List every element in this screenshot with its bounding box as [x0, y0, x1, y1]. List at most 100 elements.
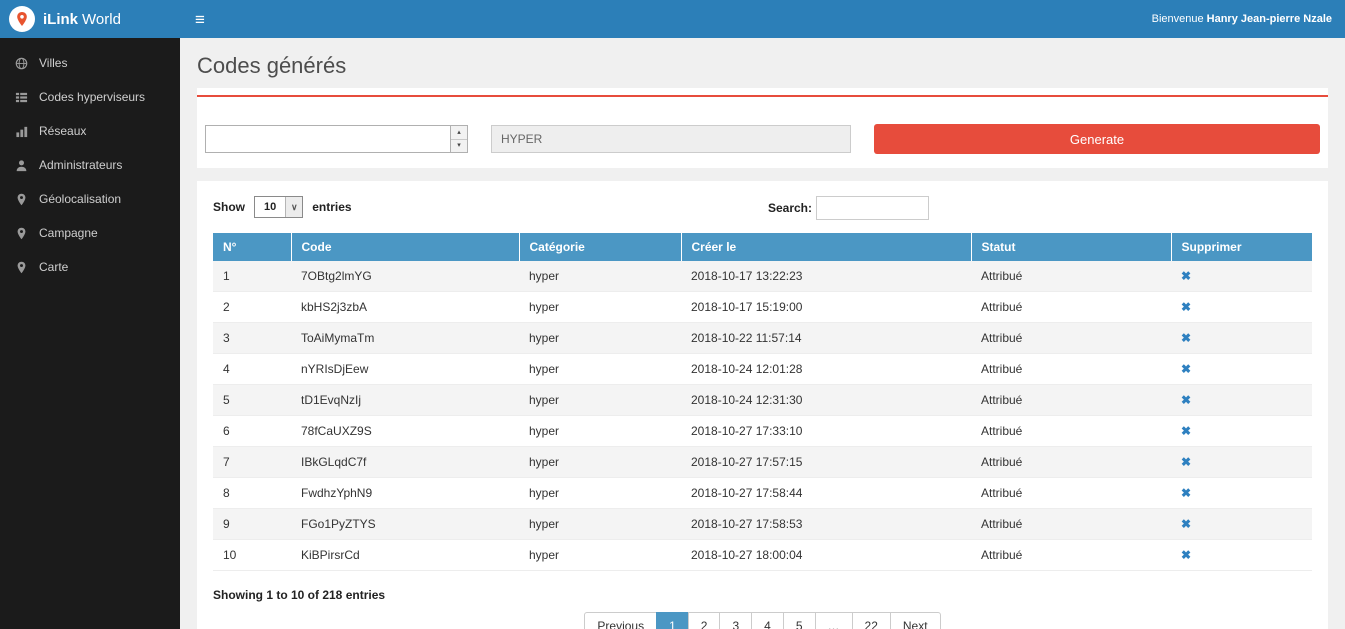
sidebar-item-label: Campagne: [39, 226, 98, 240]
column-header-category: Catégorie: [519, 233, 681, 261]
cell-created: 2018-10-17 15:19:00: [681, 292, 971, 323]
table-row: 3 ToAiMymaTm hyper 2018-10-22 11:57:14 A…: [213, 323, 1312, 354]
delete-icon[interactable]: ✖: [1181, 455, 1191, 469]
search-label: Search:: [768, 201, 812, 215]
sidebar-item-label: Villes: [39, 56, 67, 70]
table-row: 6 78fCaUXZ9S hyper 2018-10-27 17:33:10 A…: [213, 416, 1312, 447]
cell-category: hyper: [519, 385, 681, 416]
page-length-select[interactable]: 10 ∨: [254, 196, 303, 218]
sidebar-item-reseaux[interactable]: Réseaux: [0, 114, 180, 148]
hamburger-menu-icon[interactable]: ≡: [195, 11, 205, 28]
map-pin-icon: [15, 193, 28, 206]
table-row: 4 nYRIsDjEew hyper 2018-10-24 12:01:28 A…: [213, 354, 1312, 385]
brand-bold: iLink: [43, 11, 78, 28]
globe-icon: [15, 57, 28, 70]
sidebar-item-label: Réseaux: [39, 124, 86, 138]
cell-created: 2018-10-24 12:01:28: [681, 354, 971, 385]
pagination-previous[interactable]: Previous: [584, 612, 657, 629]
table-row: 8 FwdhzYphN9 hyper 2018-10-27 17:58:44 A…: [213, 478, 1312, 509]
table-row: 2 kbHS2j3zbA hyper 2018-10-17 15:19:00 A…: [213, 292, 1312, 323]
entries-info: Showing 1 to 10 of 218 entries: [213, 588, 1312, 602]
table-footer: Showing 1 to 10 of 218 entries Previous …: [213, 588, 1312, 629]
delete-icon[interactable]: ✖: [1181, 331, 1191, 345]
topbar: iLinkWorld ≡ Bienvenue Hanry Jean-pierre…: [0, 0, 1345, 38]
cell-status: Attribué: [971, 478, 1171, 509]
stepper-up-icon[interactable]: ▴: [451, 126, 467, 140]
main-content: Codes générés ▴ ▾ Generate Show: [180, 38, 1345, 629]
pagination: Previous 1 2 3 4 5 … 22 Next: [213, 612, 1312, 629]
app-logo-icon: [9, 6, 35, 32]
cell-created: 2018-10-17 13:22:23: [681, 261, 971, 292]
cell-code: nYRIsDjEew: [291, 354, 519, 385]
brand-light: World: [82, 11, 121, 28]
cell-status: Attribué: [971, 385, 1171, 416]
cell-category: hyper: [519, 447, 681, 478]
sidebar-item-label: Géolocalisation: [39, 192, 121, 206]
page-length-value: 10: [255, 197, 285, 217]
pagination-next[interactable]: Next: [890, 612, 941, 629]
pagination-page-4[interactable]: 4: [751, 612, 784, 629]
cell-created: 2018-10-24 12:31:30: [681, 385, 971, 416]
delete-icon[interactable]: ✖: [1181, 362, 1191, 376]
entries-label: entries: [312, 200, 351, 214]
pagination-page-22[interactable]: 22: [852, 612, 891, 629]
category-field[interactable]: [491, 125, 851, 153]
quantity-input[interactable]: [206, 126, 450, 152]
cell-category: hyper: [519, 292, 681, 323]
bar-chart-icon: [15, 125, 28, 138]
list-icon: [15, 91, 28, 104]
sidebar: Villes Codes hyperviseurs Réseaux Admini…: [0, 38, 180, 629]
cell-num: 8: [213, 478, 291, 509]
delete-icon[interactable]: ✖: [1181, 393, 1191, 407]
search-input[interactable]: [816, 196, 929, 220]
table-header-row: N° Code Catégorie Créer le Statut Suppri…: [213, 233, 1312, 261]
table-row: 5 tD1EvqNzIj hyper 2018-10-24 12:31:30 A…: [213, 385, 1312, 416]
map-pin-icon: [15, 261, 28, 274]
column-header-num: N°: [213, 233, 291, 261]
sidebar-item-carte[interactable]: Carte: [0, 250, 180, 284]
cell-code: 7OBtg2lmYG: [291, 261, 519, 292]
sidebar-item-geolocalisation[interactable]: Géolocalisation: [0, 182, 180, 216]
cell-created: 2018-10-27 17:58:44: [681, 478, 971, 509]
generate-button[interactable]: Generate: [874, 124, 1320, 154]
sidebar-item-codes-hyperviseurs[interactable]: Codes hyperviseurs: [0, 80, 180, 114]
cell-category: hyper: [519, 354, 681, 385]
sidebar-item-label: Codes hyperviseurs: [39, 90, 145, 104]
cell-num: 7: [213, 447, 291, 478]
pagination-page-3[interactable]: 3: [719, 612, 752, 629]
cell-status: Attribué: [971, 292, 1171, 323]
delete-icon[interactable]: ✖: [1181, 269, 1191, 283]
cell-created: 2018-10-27 17:57:15: [681, 447, 971, 478]
generate-panel: ▴ ▾ Generate: [197, 88, 1328, 168]
cell-code: IBkGLqdC7f: [291, 447, 519, 478]
page-length-control: Show 10 ∨ entries: [213, 196, 1312, 218]
cell-code: FwdhzYphN9: [291, 478, 519, 509]
pagination-ellipsis: …: [815, 612, 853, 629]
welcome-text: Bienvenue Hanry Jean-pierre Nzale: [1152, 13, 1345, 25]
cell-created: 2018-10-22 11:57:14: [681, 323, 971, 354]
cell-code: KiBPirsrCd: [291, 540, 519, 571]
pagination-page-1[interactable]: 1: [656, 612, 689, 629]
sidebar-item-administrateurs[interactable]: Administrateurs: [0, 148, 180, 182]
cell-num: 10: [213, 540, 291, 571]
pagination-page-5[interactable]: 5: [783, 612, 816, 629]
cell-num: 5: [213, 385, 291, 416]
cell-status: Attribué: [971, 323, 1171, 354]
table-row: 10 KiBPirsrCd hyper 2018-10-27 18:00:04 …: [213, 540, 1312, 571]
stepper-down-icon[interactable]: ▾: [451, 140, 467, 153]
pagination-page-2[interactable]: 2: [688, 612, 721, 629]
delete-icon[interactable]: ✖: [1181, 548, 1191, 562]
table-row: 1 7OBtg2lmYG hyper 2018-10-17 13:22:23 A…: [213, 261, 1312, 292]
cell-num: 4: [213, 354, 291, 385]
brand: iLinkWorld: [0, 0, 180, 38]
delete-icon[interactable]: ✖: [1181, 424, 1191, 438]
delete-icon[interactable]: ✖: [1181, 486, 1191, 500]
delete-icon[interactable]: ✖: [1181, 300, 1191, 314]
quantity-stepper[interactable]: ▴ ▾: [205, 125, 468, 153]
cell-created: 2018-10-27 18:00:04: [681, 540, 971, 571]
table-controls: Show 10 ∨ entries Search:: [213, 196, 1312, 222]
show-label: Show: [213, 200, 245, 214]
sidebar-item-villes[interactable]: Villes: [0, 46, 180, 80]
delete-icon[interactable]: ✖: [1181, 517, 1191, 531]
sidebar-item-campagne[interactable]: Campagne: [0, 216, 180, 250]
